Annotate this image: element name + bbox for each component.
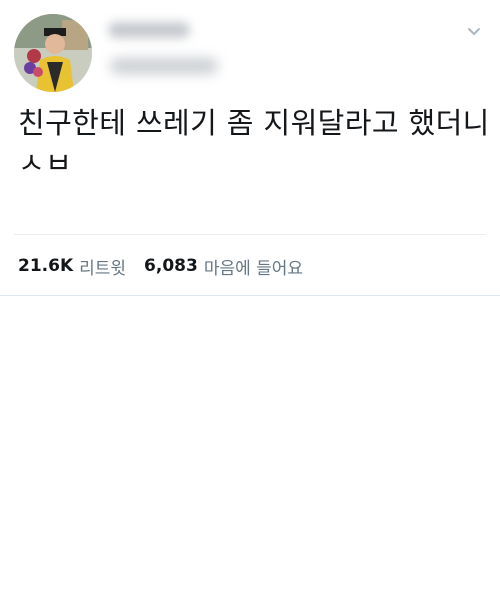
- chevron-down-icon[interactable]: [464, 22, 484, 42]
- divider: [14, 234, 486, 235]
- tweet-card: 친구한테 쓰레기 좀 지워달라고 했더니 ㅅㅂ 21.6K 리트윗 6,083 …: [0, 0, 500, 598]
- display-name[interactable]: [108, 22, 190, 38]
- likes-count: 6,083: [144, 256, 198, 276]
- tweet-text-container: 친구한테 쓰레기 좀 지워달라고 했더니 ㅅㅂ: [18, 103, 488, 173]
- tweet-text-line2: ㅅㅂ: [18, 146, 73, 173]
- likes-stat[interactable]: 6,083 마음에 들어요: [144, 254, 303, 279]
- retweets-count: 21.6K: [18, 256, 74, 276]
- tweet-text: 친구한테 쓰레기 좀 지워달라고 했더니: [18, 106, 488, 140]
- retweets-label: 리트윗: [79, 258, 127, 279]
- avatar[interactable]: [14, 14, 92, 92]
- likes-label: 마음에 들어요: [203, 258, 304, 279]
- tweet-stats: 21.6K 리트윗 6,083 마음에 들어요: [18, 254, 321, 279]
- avatar-image: [14, 14, 92, 92]
- divider-bottom: [0, 295, 500, 296]
- retweets-stat[interactable]: 21.6K 리트윗: [18, 254, 126, 279]
- user-handle[interactable]: [110, 58, 218, 74]
